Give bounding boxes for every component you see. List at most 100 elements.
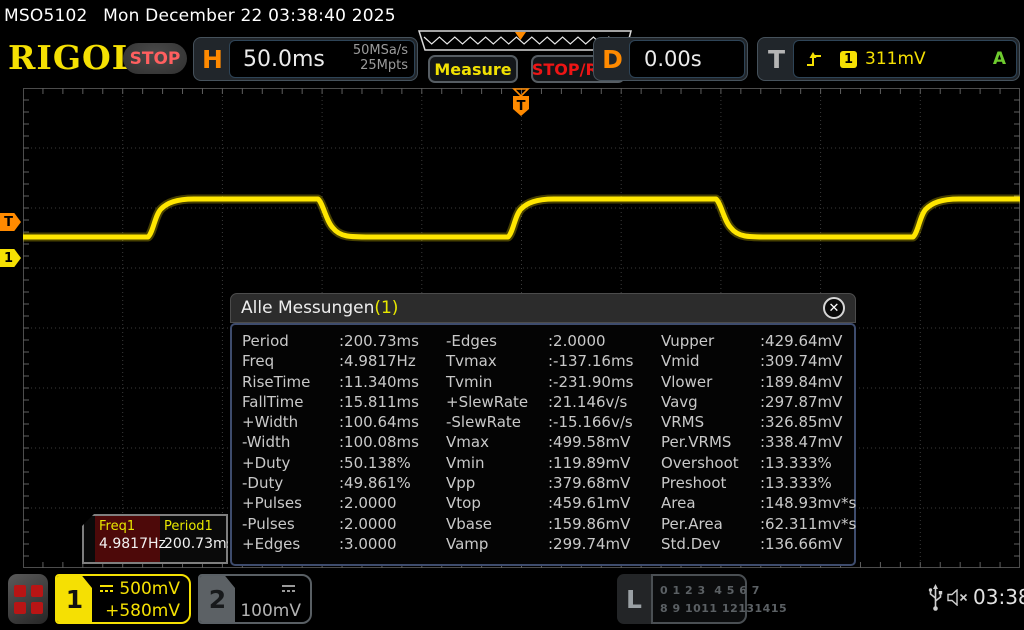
grid-icon: [14, 585, 26, 597]
measurement-chips: Freq1 4.9817Hz Period1 200.73ms: [82, 514, 228, 564]
measurement-name: Vpp: [446, 474, 548, 494]
channel1-scale: 500mV: [119, 579, 180, 599]
measurement-value: :4.9817Hz: [339, 352, 446, 372]
measurement-name: Vupper: [661, 332, 760, 352]
usb-icon: [928, 584, 943, 612]
measurement-name: RiseTime: [242, 373, 339, 393]
measurement-value: :-15.166v/s: [548, 413, 661, 433]
measurement-name: Freq: [242, 352, 339, 372]
logic-row-2: 8 9 1011 12131415: [660, 602, 787, 615]
grid-icon: [31, 602, 43, 614]
channel1-position-marker[interactable]: 1: [0, 249, 21, 267]
clock-time: 03:38: [973, 585, 1024, 609]
trigger-position-label: T: [517, 99, 526, 114]
measurement-name: VRMS: [661, 413, 760, 433]
logic-badge: L: [617, 574, 651, 624]
channel1-badge: 1: [57, 576, 92, 622]
measurement-name: Vavg: [661, 393, 760, 413]
measurement-value: :50.138%: [339, 454, 446, 474]
timebase-scale: 50.0ms: [243, 47, 325, 72]
measurement-name: Vamp: [446, 535, 548, 555]
measurement-value: :297.87mV: [760, 393, 856, 413]
measurement-value: :200.73ms: [339, 332, 446, 352]
menu-grid-button[interactable]: [8, 574, 48, 624]
freq1-chip[interactable]: Freq1 4.9817Hz: [95, 516, 160, 562]
measurement-value: :499.58mV: [548, 433, 661, 453]
measurement-value: :11.340ms: [339, 373, 446, 393]
acquisition-state-badge: STOP: [123, 43, 187, 74]
channel2-values: 100mV 0.00V: [235, 576, 310, 622]
datetime: Mon December 22 03:38:40 2025: [103, 6, 396, 26]
speaker-muted-icon: [947, 589, 969, 606]
measurement-value: :49.861%: [339, 474, 446, 494]
sample-rate-block: 50MSa/s 25Mpts: [353, 44, 408, 74]
measurement-name: Vlower: [661, 373, 760, 393]
measurement-name: Vtop: [446, 494, 548, 514]
measurement-value: :2.0000: [339, 494, 446, 514]
channel1-status[interactable]: 1 500mV +580mV: [55, 574, 191, 624]
measurement-name: Vbase: [446, 515, 548, 535]
logic-channels-status[interactable]: L 0 1 2 3 4 5 6 7 8 9 1011 12131415: [617, 574, 747, 624]
panel-header[interactable]: Alle Messungen (1) ✕: [230, 293, 856, 323]
measurement-value: :189.84mV: [760, 373, 856, 393]
measurement-value: :338.47mV: [760, 433, 856, 453]
sample-rate: 50MSa/s: [353, 44, 408, 59]
logic-channel-numbers: 0 1 2 3 4 5 6 7 8 9 1011 12131415: [651, 574, 747, 624]
oscilloscope-screen: MSO5102 Mon December 22 03:38:40 2025 RI…: [0, 0, 1024, 630]
measurement-name: Area: [661, 494, 760, 514]
close-icon[interactable]: ✕: [823, 297, 845, 319]
measurement-value: :379.68mV: [548, 474, 661, 494]
measurement-name: Overshoot: [661, 454, 760, 474]
measurement-name: Per.Area: [661, 515, 760, 535]
freq1-label: Freq1: [99, 519, 158, 534]
delay-label: D: [596, 40, 629, 78]
measurement-value: :13.333%: [760, 454, 856, 474]
trigger-sweep-mode: A: [993, 49, 1006, 69]
measurement-name: Tvmax: [446, 352, 548, 372]
measurement-value: :3.0000: [339, 535, 446, 555]
measurement-value: :119.89mV: [548, 454, 661, 474]
measurement-value: :2.0000: [548, 332, 661, 352]
measurement-value: :100.08ms: [339, 433, 446, 453]
measure-button[interactable]: Measure: [428, 55, 518, 83]
measurement-value: :429.64mV: [760, 332, 856, 352]
rigol-logo: RIGOL: [8, 38, 136, 77]
trigger-source-badge: 1: [840, 51, 857, 68]
measurement-name: -Edges: [446, 332, 548, 352]
measurement-value: :-137.16ms: [548, 352, 661, 372]
channel1-offset: +580mV: [92, 600, 180, 622]
horizontal-timebase-box[interactable]: H 50.0ms 50MSa/s 25Mpts: [193, 37, 418, 81]
logic-row-1: 0 1 2 3 4 5 6 7: [660, 584, 760, 597]
measurement-name: FallTime: [242, 393, 339, 413]
measurement-value: :326.85mV: [760, 413, 856, 433]
all-measurements-panel: Period:200.73ms-Edges:2.0000Vupper:429.6…: [230, 293, 856, 566]
trigger-level: 311mV: [865, 49, 926, 69]
measurement-name: Vmid: [661, 352, 760, 372]
horizontal-delay-box[interactable]: D 0.00s: [593, 37, 748, 81]
measurement-name: +Width: [242, 413, 339, 433]
measurement-name: -Duty: [242, 474, 339, 494]
measurement-name: Preshoot: [661, 474, 760, 494]
measurement-name: +Pulses: [242, 494, 339, 514]
measurement-value: :148.93mv*s: [760, 494, 856, 514]
channel1-values: 500mV +580mV: [92, 576, 189, 622]
measurement-value: :21.146v/s: [548, 393, 661, 413]
measurement-name: +Duty: [242, 454, 339, 474]
trigger-slope-icon: [804, 49, 826, 69]
grid-icon: [31, 585, 43, 597]
delay-value: 0.00s: [644, 47, 702, 71]
memory-depth: 25Mpts: [353, 59, 408, 74]
trigger-label: T: [760, 40, 793, 78]
measurement-value: :459.61mV: [548, 494, 661, 514]
measurement-value: :62.311mv*s: [760, 515, 856, 535]
period1-value: 200.73ms: [164, 536, 234, 552]
measurements-table: Period:200.73ms-Edges:2.0000Vupper:429.6…: [230, 323, 856, 566]
channel2-offset: 0.00V: [235, 622, 301, 624]
measurement-value: :13.333%: [760, 474, 856, 494]
dc-coupling-icon: [99, 584, 114, 593]
trigger-level-marker[interactable]: T: [0, 213, 21, 231]
trigger-box[interactable]: T 1 311mV A: [757, 37, 1020, 81]
channel2-status[interactable]: 2 100mV 0.00V: [198, 574, 312, 624]
period1-chip[interactable]: Period1 200.73ms: [160, 516, 236, 562]
measurement-name: +SlewRate: [446, 393, 548, 413]
